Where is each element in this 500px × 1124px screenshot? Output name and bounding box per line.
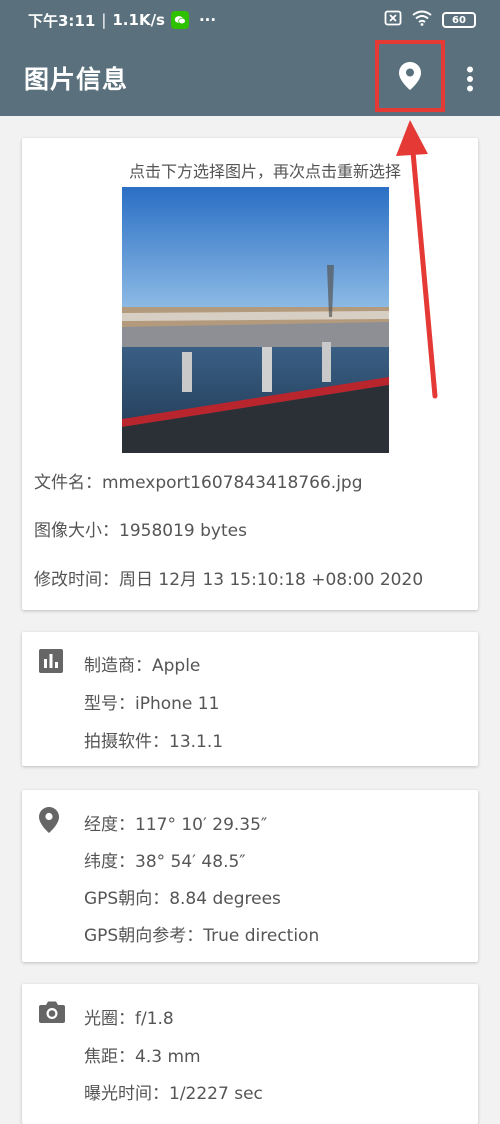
camera-info-card: 光圈：f/1.8 焦距：4.3 mm 曝光时间：1/2227 sec <box>22 984 478 1124</box>
no-sim-icon <box>384 10 402 30</box>
status-left: 下午3:11 | 1.1K/s ··· <box>28 10 384 31</box>
bar-chart-icon <box>38 648 64 676</box>
image-info-card: 点击下方选择图片，再次点击重新选择 文件名：mmexport1607843418… <box>22 138 478 610</box>
status-divider: | <box>101 11 107 29</box>
status-bar: 下午3:11 | 1.1K/s ··· 60 <box>0 0 500 40</box>
status-time: 下午3:11 <box>28 11 96 30</box>
gps-direction: GPS朝向：8.84 degrees <box>84 889 281 909</box>
location-pin-icon <box>399 62 421 90</box>
exposure-time: 曝光时间：1/2227 sec <box>84 1084 263 1104</box>
device-info-card: 制造商：Apple 型号：iPhone 11 拍摄软件：13.1.1 <box>22 632 478 766</box>
latitude: 纬度：38° 54′ 48.5″ <box>84 852 246 872</box>
status-right: 60 <box>384 10 476 30</box>
gps-info-card: 经度：117° 10′ 29.35″ 纬度：38° 54′ 48.5″ GPS朝… <box>22 790 478 962</box>
overflow-menu-button[interactable] <box>456 62 484 96</box>
manufacturer: 制造商：Apple <box>84 656 201 676</box>
select-image-hint: 点击下方选择图片，再次点击重新选择 <box>128 162 401 181</box>
software: 拍摄软件：13.1.1 <box>84 732 224 752</box>
aperture: 光圈：f/1.8 <box>84 1009 174 1029</box>
longitude: 经度：117° 10′ 29.35″ <box>84 815 268 835</box>
selected-photo[interactable] <box>122 187 389 453</box>
photo-thumbnail <box>122 187 389 453</box>
gps-direction-ref: GPS朝向参考：True direction <box>84 926 320 946</box>
wifi-icon <box>412 10 432 30</box>
battery-icon: 60 <box>442 12 476 28</box>
app-toolbar: 图片信息 <box>0 40 500 116</box>
wechat-icon <box>170 11 189 29</box>
image-size: 图像大小：1958019 bytes <box>34 521 247 541</box>
modified-time: 修改时间：周日 12月 13 15:10:18 +08:00 2020 <box>34 570 424 590</box>
more-vert-icon <box>467 66 473 92</box>
camera-icon <box>38 1000 65 1028</box>
focal-length: 焦距：4.3 mm <box>84 1047 201 1067</box>
location-pin-icon <box>38 806 64 834</box>
file-name: 文件名：mmexport1607843418766.jpg <box>34 473 363 493</box>
model: 型号：iPhone 11 <box>84 694 220 714</box>
more-notifications-icon: ··· <box>198 11 217 29</box>
network-speed: 1.1K/s <box>112 11 165 29</box>
location-button[interactable] <box>375 40 445 112</box>
